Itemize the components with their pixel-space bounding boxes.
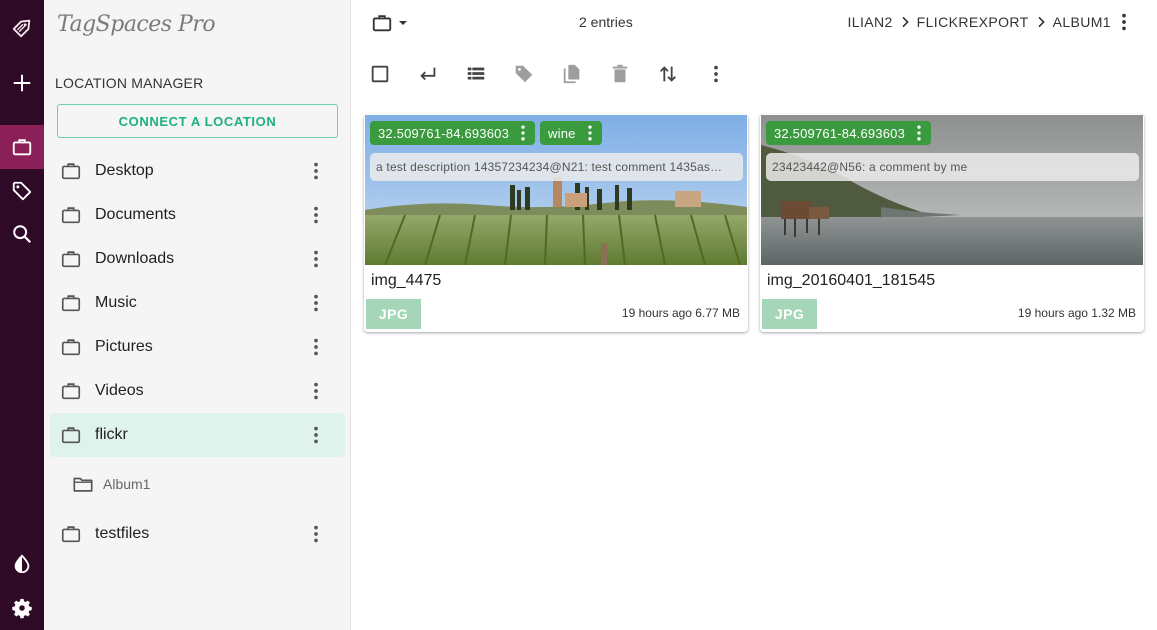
more-vertical-icon[interactable] <box>305 204 327 226</box>
plus-icon[interactable] <box>0 61 44 105</box>
location-switcher-button[interactable] <box>371 11 415 35</box>
entries-count: 2 entries <box>579 14 633 30</box>
briefcase-icon <box>61 163 81 180</box>
location-item-downloads[interactable]: Downloads <box>50 237 345 281</box>
tag-icon[interactable] <box>0 169 44 213</box>
lake-thumbnail: 32.509761-84.693603 23423442@N56: a comm… <box>761 115 1143 265</box>
file-extension-badge: JPG <box>762 299 817 329</box>
more-vertical-icon <box>714 65 718 83</box>
gear-icon[interactable] <box>0 586 44 630</box>
tag-label: 32.509761-84.693603 <box>378 125 510 141</box>
tagspaces-logo-icon[interactable] <box>0 6 44 50</box>
subfolder-item-album1[interactable]: Album1 <box>72 470 150 498</box>
copy-icon <box>563 64 580 84</box>
briefcase-icon <box>61 295 81 312</box>
file-description: a test description 14357234234@N21: test… <box>370 153 743 181</box>
more-vertical-icon[interactable] <box>305 523 327 545</box>
sort-icon <box>660 66 676 82</box>
app-logo: TagSpaces Pro <box>57 12 216 37</box>
location-item-testfiles[interactable]: testfiles <box>50 512 345 556</box>
location-label: Videos <box>95 382 144 399</box>
connect-location-button[interactable]: CONNECT A LOCATION <box>57 104 338 138</box>
file-meta: 19 hours ago 6.77 MB <box>621 306 740 320</box>
briefcase-icon <box>61 526 81 543</box>
chevron-right-icon <box>1038 16 1045 28</box>
more-vertical-icon[interactable] <box>1113 11 1135 33</box>
app-rail <box>0 0 44 630</box>
location-label: testfiles <box>95 525 150 542</box>
file-name: img_4475 <box>371 272 442 289</box>
location-label: Music <box>95 294 137 311</box>
tag-chip[interactable]: wine <box>540 121 602 145</box>
list-view-icon <box>467 67 485 80</box>
more-vertical-icon[interactable] <box>305 248 327 270</box>
delete-files-button[interactable] <box>607 62 655 86</box>
tag-label: wine <box>548 125 576 141</box>
location-item-flickr[interactable]: flickr <box>50 413 345 457</box>
briefcase-icon <box>61 427 81 444</box>
briefcase-icon <box>61 339 81 356</box>
location-sidebar: TagSpaces Pro LOCATION MANAGER CONNECT A… <box>44 0 351 630</box>
briefcase-icon <box>61 383 81 400</box>
location-label: Documents <box>95 206 176 223</box>
more-options-button[interactable] <box>703 62 751 86</box>
location-item-videos[interactable]: Videos <box>50 369 345 413</box>
more-vertical-icon[interactable] <box>305 424 327 446</box>
location-item-documents[interactable]: Documents <box>50 193 345 237</box>
more-vertical-icon[interactable] <box>513 123 533 143</box>
breadcrumb-item[interactable]: ILIAN2 <box>847 14 892 30</box>
breadcrumb-item[interactable]: FLICKREXPORT <box>917 14 1029 30</box>
briefcase-icon <box>61 251 81 268</box>
copy-files-button[interactable] <box>559 62 607 86</box>
tag-list: 32.509761-84.693603 <box>766 121 936 145</box>
file-description: 23423442@N56: a comment by me <box>766 153 1139 181</box>
file-card[interactable]: 32.509761-84.693603 wine a test descript… <box>364 114 748 332</box>
perspective-toolbar <box>367 62 751 86</box>
subfolder-label: Album1 <box>103 476 151 492</box>
file-card[interactable]: 32.509761-84.693603 23423442@N56: a comm… <box>760 114 1144 332</box>
tag-label: 32.509761-84.693603 <box>774 125 906 141</box>
file-name: img_20160401_181545 <box>767 272 936 289</box>
tag-chip[interactable]: 32.509761-84.693603 <box>766 121 932 145</box>
more-vertical-icon[interactable] <box>305 292 327 314</box>
location-item-desktop[interactable]: Desktop <box>50 149 345 193</box>
vineyard-thumbnail: 32.509761-84.693603 wine a test descript… <box>365 115 747 265</box>
location-label: Desktop <box>95 162 154 179</box>
more-vertical-icon[interactable] <box>305 160 327 182</box>
location-label: flickr <box>95 426 128 443</box>
tag-files-button[interactable] <box>511 62 559 86</box>
theme-toggle-icon[interactable] <box>0 542 44 586</box>
chevron-right-icon <box>902 16 909 28</box>
location-label: Pictures <box>95 338 153 355</box>
file-extension-badge: JPG <box>366 299 421 329</box>
tag-list: 32.509761-84.693603 wine <box>370 121 607 145</box>
tag-chip[interactable]: 32.509761-84.693603 <box>370 121 536 145</box>
chevron-down-icon <box>399 21 407 25</box>
folder-icon <box>73 477 93 492</box>
location-manager-title: LOCATION MANAGER <box>55 75 204 91</box>
briefcase-icon <box>372 15 392 32</box>
briefcase-icon[interactable] <box>0 125 44 169</box>
parent-folder-icon <box>420 67 436 81</box>
select-all-button[interactable] <box>367 62 415 86</box>
breadcrumb: ILIAN2 FLICKREXPORT ALBUM1 <box>847 14 1111 30</box>
file-meta: 19 hours ago 1.32 MB <box>1017 306 1136 320</box>
search-icon[interactable] <box>0 212 44 256</box>
tag-icon <box>515 65 533 83</box>
more-vertical-icon[interactable] <box>580 123 600 143</box>
more-vertical-icon[interactable] <box>305 336 327 358</box>
more-vertical-icon[interactable] <box>305 380 327 402</box>
file-browser: 2 entries ILIAN2 FLICKREXPORT ALBUM1 32.… <box>351 0 1157 630</box>
more-vertical-icon[interactable] <box>909 123 929 143</box>
location-item-pictures[interactable]: Pictures <box>50 325 345 369</box>
list-view-button[interactable] <box>463 62 511 86</box>
parent-folder-button[interactable] <box>415 62 463 86</box>
breadcrumb-item[interactable]: ALBUM1 <box>1053 14 1111 30</box>
sort-button[interactable] <box>655 62 703 86</box>
delete-icon <box>612 64 628 83</box>
location-item-music[interactable]: Music <box>50 281 345 325</box>
briefcase-icon <box>61 207 81 224</box>
checkbox-icon <box>371 65 389 83</box>
location-label: Downloads <box>95 250 175 267</box>
